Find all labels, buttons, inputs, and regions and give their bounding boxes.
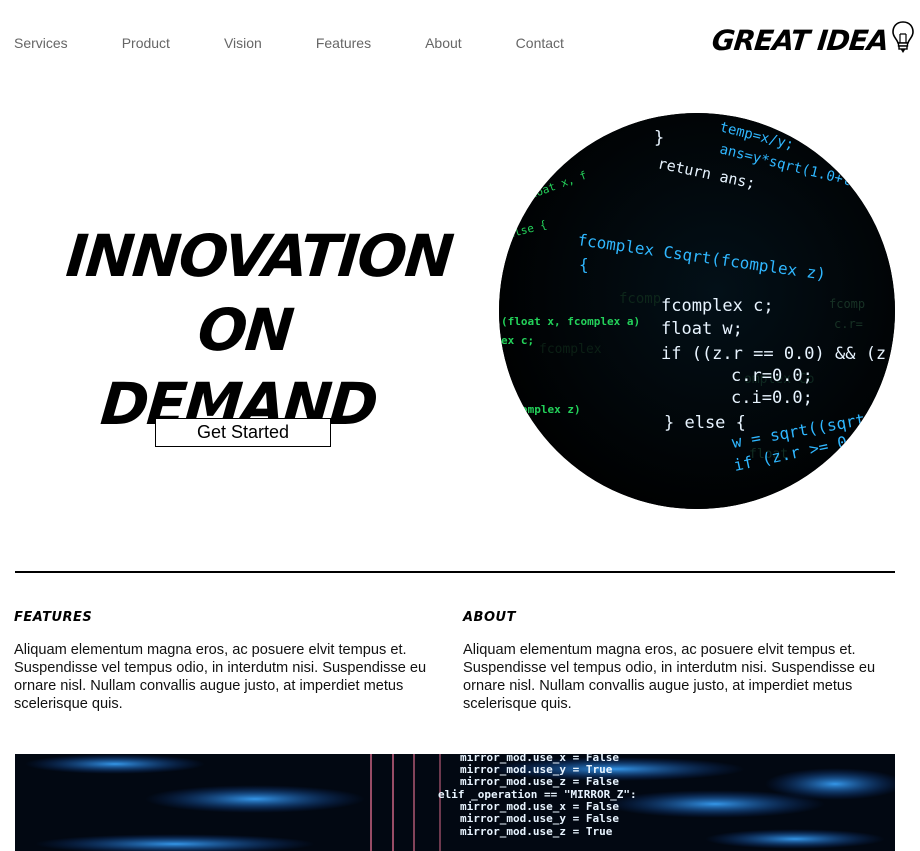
code-line-ci: c.i=0.0; [731,388,813,408]
code-line-else: } else { [664,413,746,433]
brand-logo[interactable]: GREAT IDEA [710,20,914,60]
nav-link-contact[interactable]: Contact [516,35,564,51]
svg-text:fcomp: fcomp [619,291,661,307]
svg-text:fcomp: fcomp [829,297,865,311]
banner-code-line-3: mirror_mod.use_z = False [460,775,619,788]
about-heading: ABOUT [463,610,516,625]
code-line-open-brace: { [579,255,589,274]
code-line-if: if ((z.r == 0.0) && (z.i == 0.0)) [661,344,895,364]
nav-link-about[interactable]: About [425,35,462,51]
code-line-brace: } [654,128,664,148]
banner-code-line-6: mirror_mod.use_y = False [460,812,619,825]
svg-text:fcomplex: fcomplex [539,342,602,357]
code-line-fcomplex-c: fcomplex c; [661,296,774,316]
landing-page: Services Product Vision Features About C… [0,0,920,851]
code-line-float-x: (float x, fcomplex a) [501,315,640,328]
code-line-cr: c.r=0.0; [731,366,813,386]
section-divider [15,571,895,573]
hero-title-line-1: INNOVATION [63,221,455,290]
lightbulb-icon [892,20,914,60]
features-heading: FEATURES [14,610,93,625]
about-section: ABOUT Aliquam elementum magna eros, ac p… [463,610,893,713]
hero-title: INNOVATION ON DEMAND [50,219,455,441]
code-banner-image: mirror_mod.use_x = False mirror_mod.use_… [15,754,895,851]
banner-code-line-7: mirror_mod.use_z = True [460,825,613,838]
code-line-ex-c: ex c; [501,334,534,347]
nav-link-vision[interactable]: Vision [224,35,262,51]
hero-title-line-2: ON [195,295,295,364]
svg-text:c.r=: c.r= [834,317,863,331]
brand-name: GREAT IDEA [710,23,890,57]
nav-link-features[interactable]: Features [316,35,371,51]
code-line-omplex: omplex z) [521,403,581,416]
nav-link-product[interactable]: Product [122,35,170,51]
features-section: FEATURES Aliquam elementum magna eros, a… [14,610,444,713]
top-nav: Services Product Vision Features About C… [14,33,618,53]
about-body: Aliquam elementum magna eros, ac posuere… [463,642,876,712]
hero-code-image: fcomp c.r= float omplex Co fcomp fcomple… [499,113,895,509]
nav-link-services[interactable]: Services [14,35,68,51]
get-started-button[interactable]: Get Started [155,418,331,447]
code-line-float-w: float w; [661,319,743,339]
features-body: Aliquam elementum magna eros, ac posuere… [14,642,427,712]
